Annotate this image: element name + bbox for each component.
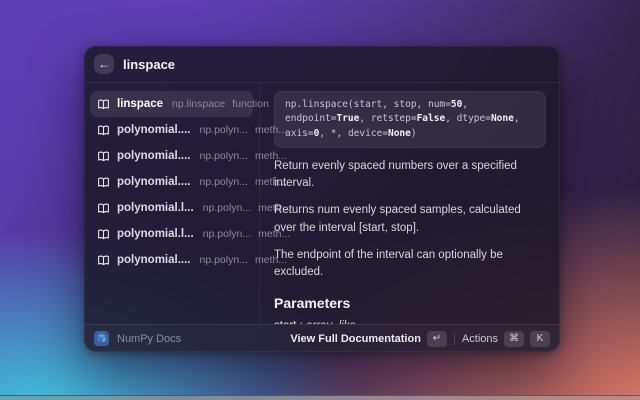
- result-title: polynomial....: [117, 254, 190, 266]
- arrow-left-icon: ←: [98, 58, 110, 70]
- view-full-documentation-button[interactable]: View Full Documentation ↵: [290, 331, 447, 347]
- result-subtitle: np.polyn...: [199, 150, 247, 162]
- back-button[interactable]: ←: [94, 54, 114, 74]
- result-subtitle: np.polyn...: [199, 176, 247, 188]
- desktop: { "colors":{ "bg_purple":"#5a3db0","bg_c…: [0, 0, 640, 400]
- search-query-title: linspace: [123, 57, 175, 72]
- result-subtitle: np.polyn...: [199, 124, 247, 136]
- result-subtitle: np.linspace: [172, 98, 225, 110]
- book-icon: [97, 254, 110, 267]
- signature-code-block: np.linspace(start, stop, num=50, endpoin…: [274, 91, 546, 148]
- app-name-label: NumPy Docs: [117, 333, 181, 345]
- book-icon: [97, 98, 110, 111]
- parameters-heading: Parameters: [274, 295, 546, 311]
- enter-key-badge: ↵: [427, 331, 447, 347]
- doc-content: np.linspace(start, stop, num=50, endpoin…: [260, 83, 560, 324]
- book-icon: [97, 176, 110, 189]
- result-subtitle: np.polyn...: [203, 228, 251, 240]
- actions-label: Actions: [462, 333, 498, 345]
- result-title: polynomial....: [117, 150, 190, 162]
- sidebar-result-row[interactable]: polynomial.... np.polyn... meth...: [90, 143, 253, 169]
- actions-button[interactable]: Actions ⌘ K: [462, 331, 550, 347]
- view-full-documentation-label: View Full Documentation: [290, 333, 421, 345]
- doc-paragraph: Returns num evenly spaced samples, calcu…: [274, 202, 546, 237]
- panel-footer: NumPy Docs View Full Documentation ↵ Act…: [84, 324, 560, 352]
- cmd-key-badge: ⌘: [504, 331, 524, 347]
- sidebar-result-row[interactable]: linspace np.linspace function: [90, 91, 253, 117]
- results-sidebar: linspace np.linspace function polynomial…: [84, 83, 260, 324]
- doc-paragraph: The endpoint of the interval can optiona…: [274, 247, 546, 282]
- sidebar-result-row[interactable]: polynomial.l... np.polyn... meth...: [90, 195, 253, 221]
- result-subtitle: np.polyn...: [203, 202, 251, 214]
- sidebar-result-row[interactable]: polynomial.... np.polyn... meth...: [90, 247, 253, 273]
- book-icon: [97, 228, 110, 241]
- screen-bottom-strip: [0, 395, 640, 400]
- sidebar-result-row[interactable]: polynomial.... np.polyn... meth...: [90, 117, 253, 143]
- docs-panel: ← linspace linspace np.linspace function…: [84, 46, 560, 352]
- k-key-badge: K: [530, 331, 550, 347]
- book-icon: [97, 150, 110, 163]
- result-title: polynomial....: [117, 176, 190, 188]
- panel-header: ← linspace: [84, 46, 560, 83]
- result-subtitle: np.polyn...: [199, 254, 247, 266]
- sidebar-result-row[interactable]: polynomial.... np.polyn... meth...: [90, 169, 253, 195]
- doc-paragraph: Return evenly spaced numbers over a spec…: [274, 158, 546, 193]
- book-icon: [97, 202, 110, 215]
- result-title: polynomial.l...: [117, 202, 194, 214]
- panel-body: linspace np.linspace function polynomial…: [84, 83, 560, 324]
- result-title: linspace: [117, 98, 163, 110]
- result-title: polynomial....: [117, 124, 190, 136]
- footer-actions: View Full Documentation ↵ Actions ⌘ K: [290, 331, 550, 347]
- numpy-logo-icon: [94, 331, 109, 346]
- sidebar-result-row[interactable]: polynomial.l... np.polyn... meth...: [90, 221, 253, 247]
- footer-divider: [454, 333, 455, 345]
- book-icon: [97, 124, 110, 137]
- numpy-cube-glyph: [96, 333, 107, 344]
- result-title: polynomial.l...: [117, 228, 194, 240]
- doc-paragraphs: Return evenly spaced numbers over a spec…: [274, 158, 546, 282]
